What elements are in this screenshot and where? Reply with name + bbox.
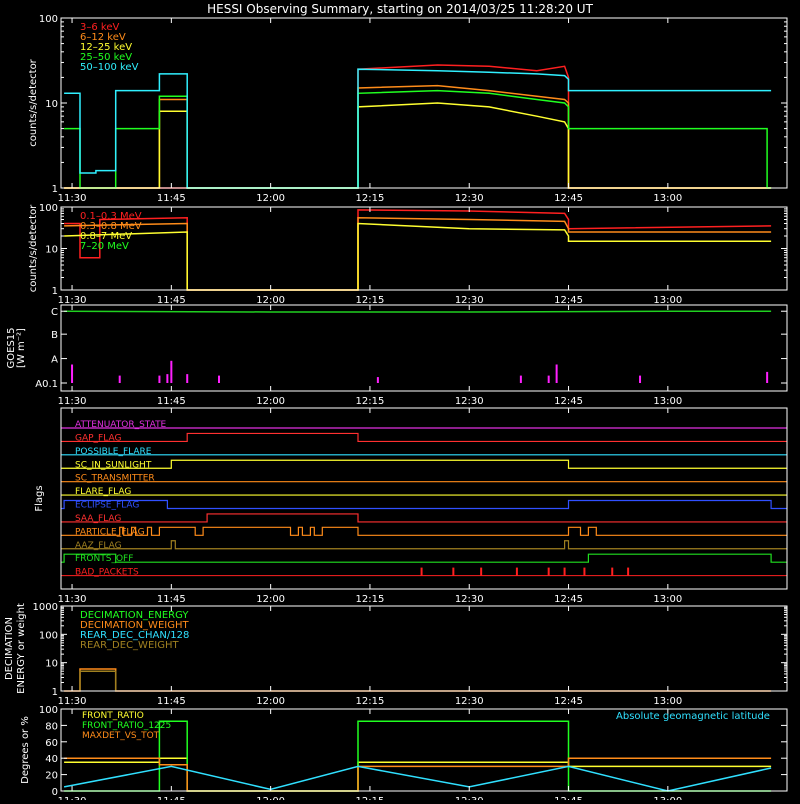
y-tick-label: 10 [45,245,58,256]
legend-entry: FRONT_RATIO [82,711,144,721]
x-tick-label: 12:00 [256,295,285,306]
hessi-summary-figure: 1 10 100 11:30 11:45 12:00 12:15 12:30 12:45 13:0… [0,0,800,804]
y-tick-label: 40 [45,754,58,765]
y-tick-label: 60 [45,738,58,749]
x-tick-label: 12:30 [455,796,484,800]
legend-entry: 7–20 MeV [80,241,129,252]
flag-label: SC_IN_SUNLIGHT [75,460,152,470]
x-tick-label: 13:00 [653,193,682,204]
x-tick-label: 12:15 [356,396,385,407]
x-tick-label: 12:00 [256,396,285,407]
geomagnetic-latitude-label: Absolute geomagnetic latitude [616,711,770,722]
x-tick-label: 12:30 [455,295,484,306]
x-tick-label: 12:45 [554,594,583,605]
figure-canvas: 11010011:30 11:45 12:00 12:15 12:30 12:45 13:0… [0,0,800,804]
x-tick-label: 11:45 [157,396,186,407]
y-tick-label: 100 [39,630,58,641]
x-tick-label: 12:15 [356,193,385,204]
x-tick-label: 12:45 [554,193,583,204]
x-tick-label: 12:30 [455,696,484,707]
legend-entry: 50–100 keV [80,62,139,73]
x-tick-label: 12:30 [455,193,484,204]
y-tick-label: 10 [45,99,58,110]
x-tick-label: 11:45 [157,696,186,707]
y-tick-label: C [51,307,58,318]
x-tick-label: 13:00 [653,396,682,407]
x-tick-label: 12:15 [356,796,385,800]
x-tick-label: 11:30 [58,594,87,605]
legend-entry: MAXDET_VS_TOT [82,731,160,741]
x-tick-label: 12:00 [256,193,285,204]
x-tick-label: 11:45 [157,594,186,605]
x-tick-label: 11:30 [58,295,87,306]
legend-entry: REAR_DEC_WEIGHT [80,640,179,651]
x-tick-label: 11:45 [157,796,186,800]
y-axis-label: [W m⁻²] [16,328,27,368]
figure-title: HESSI Observing Summary, starting on 201… [207,2,593,16]
flag-label: FRONTS_OFF [75,554,133,564]
flag-label: GAP_FLAG [75,433,121,443]
x-tick-label: 13:00 [653,696,682,707]
x-tick-label: 11:45 [157,193,186,204]
x-tick-label: 11:30 [58,696,87,707]
y-axis-label: Flags [34,485,45,511]
y-tick-label: 80 [45,721,58,732]
x-tick-label: 12:30 [455,396,484,407]
y-axis-label: counts/s/detector [28,58,39,146]
y-axis-label: Degrees or % [20,716,31,784]
y-axis-label: DECIMATION [4,617,15,680]
x-tick-label: 12:00 [256,594,285,605]
flag-label: ECLIPSE_FLAG [75,501,139,511]
flag-label: BAD_PACKETS [75,568,139,578]
y-tick-label: 1000 [33,602,58,613]
x-tick-label: 13:00 [653,796,682,800]
y-tick-label: A0.1 [35,379,58,390]
y-tick-label: 100 [39,14,58,25]
x-tick-label: 11:30 [58,796,87,800]
x-tick-label: 12:00 [256,796,285,800]
flag-label: POSSIBLE_FLARE [75,447,152,457]
y-tick-label: 100 [39,203,58,214]
x-tick-label: 13:00 [653,594,682,605]
flag-label: FLARE_FLAG [75,487,131,497]
x-tick-label: 12:45 [554,796,583,800]
flag-label: SC_TRANSMITTER [75,474,155,484]
y-tick-label: 100 [39,705,58,716]
x-tick-label: 13:00 [653,295,682,306]
x-tick-label: 11:30 [58,193,87,204]
flag-label: PARTICLE_FLAG [75,527,145,537]
x-tick-label: 11:30 [58,396,87,407]
x-tick-label: 12:45 [554,295,583,306]
flag-label: SAA_FLAG [75,514,121,524]
flag-label: ATTENUATOR_STATE [75,420,167,430]
flag-label: AAZ_FLAG [75,541,122,551]
y-tick-label: B [51,330,58,341]
x-tick-label: 12:15 [356,594,385,605]
goes-long-line [64,310,772,313]
x-tick-label: 12:15 [356,295,385,306]
y-tick-label: A [51,355,58,366]
x-tick-label: 12:15 [356,696,385,707]
x-tick-label: 12:00 [256,696,285,707]
y-axis-label: counts/s/detector [28,204,39,292]
x-tick-label: 11:45 [157,295,186,306]
y-axis-label: ENERGY or weight [16,603,27,694]
y-tick-label: 10 [45,659,58,670]
x-tick-label: 12:30 [455,594,484,605]
x-tick-label: 12:45 [554,696,583,707]
legend-entry: FRONT_RATIO_1225 [82,721,171,731]
x-tick-label: 12:45 [554,396,583,407]
y-tick-label: 20 [45,771,58,782]
